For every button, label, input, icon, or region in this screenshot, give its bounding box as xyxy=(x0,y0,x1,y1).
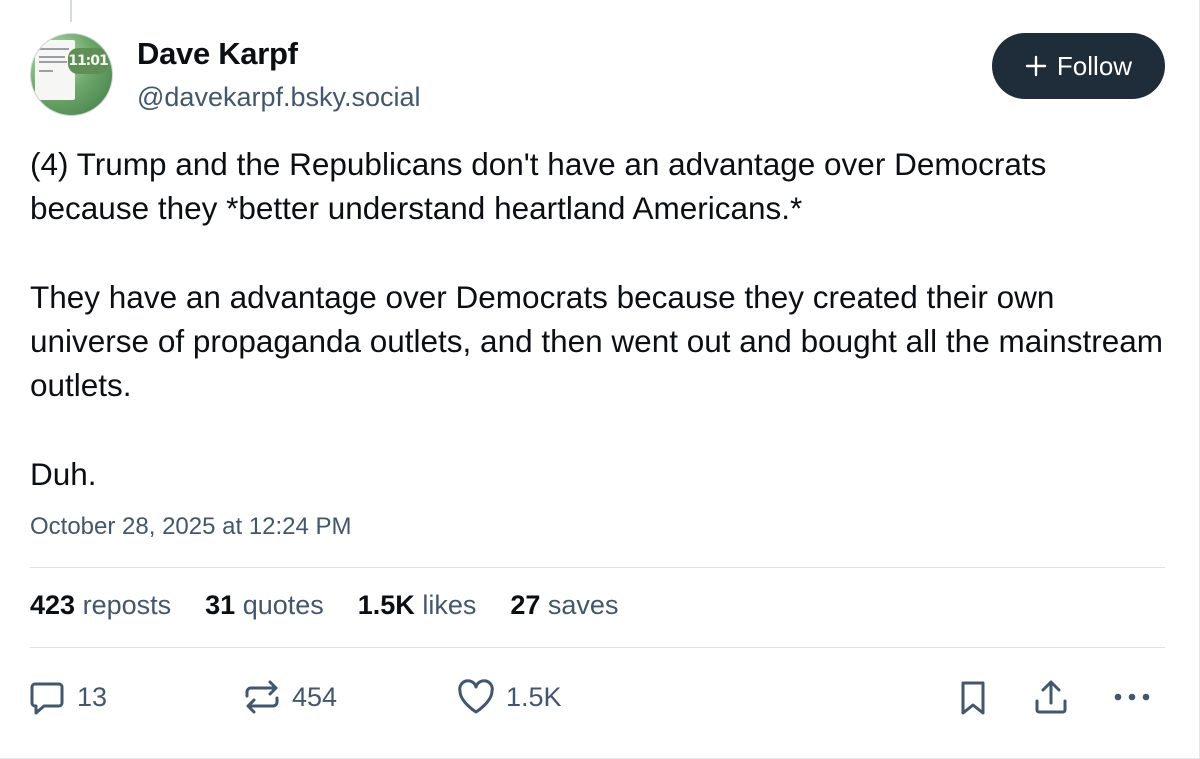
heart-icon xyxy=(458,679,494,714)
repost-count: 454 xyxy=(292,681,338,712)
stat-likes[interactable]: 1.5K likes xyxy=(358,590,477,621)
reply-button[interactable]: 13 xyxy=(27,672,107,722)
stat-quotes-label: quotes xyxy=(242,590,324,620)
post-timestamp[interactable]: October 28, 2025 at 12:24 PM xyxy=(30,513,352,541)
reply-icon xyxy=(30,682,64,715)
post-paragraph: (4) Trump and the Republicans don't have… xyxy=(30,146,1047,227)
author-display-name[interactable]: Dave Karpf xyxy=(137,36,298,72)
author-handle[interactable]: @davekarpf.bsky.social xyxy=(137,82,421,113)
repost-icon xyxy=(245,680,279,714)
post-text: (4) Trump and the Republicans don't have… xyxy=(30,142,1170,496)
post-view: 11:01 Dave Karpf @davekarpf.bsky.social … xyxy=(0,0,1200,759)
stat-reposts-label: reposts xyxy=(82,590,172,620)
like-button[interactable]: 1.5K xyxy=(456,672,562,722)
avatar-clock-text: 11:01 xyxy=(68,48,109,74)
stat-likes-count: 1.5K xyxy=(357,590,415,620)
divider xyxy=(30,647,1165,648)
stat-quotes-count: 31 xyxy=(205,590,236,620)
share-icon xyxy=(1035,680,1067,714)
divider xyxy=(30,567,1165,568)
stat-likes-label: likes xyxy=(422,590,477,620)
bookmark-button[interactable] xyxy=(953,672,993,722)
stat-saves-count: 27 xyxy=(510,590,541,620)
action-bar: 13 454 1.5K xyxy=(0,672,1200,722)
reply-count: 13 xyxy=(77,681,108,712)
more-button[interactable] xyxy=(1111,672,1153,722)
stat-saves-label: saves xyxy=(547,590,619,620)
bookmark-icon xyxy=(961,681,985,715)
avatar[interactable]: 11:01 xyxy=(30,33,113,116)
stat-saves[interactable]: 27 saves xyxy=(510,590,618,621)
engagement-stats: 423 reposts 31 quotes 1.5K likes 27 save… xyxy=(30,590,652,621)
post-paragraph: They have an advantage over Democrats be… xyxy=(30,278,1164,404)
post-paragraph: Duh. xyxy=(30,456,97,493)
stat-reposts[interactable]: 423 reposts xyxy=(30,590,171,621)
like-count: 1.5K xyxy=(506,681,562,712)
share-button[interactable] xyxy=(1031,672,1071,722)
stat-quotes[interactable]: 31 quotes xyxy=(205,590,324,621)
plus-icon xyxy=(1025,55,1047,77)
stat-reposts-count: 423 xyxy=(30,590,76,620)
follow-button-label: Follow xyxy=(1056,50,1133,81)
thread-line xyxy=(70,0,72,22)
repost-button[interactable]: 454 xyxy=(242,672,337,722)
more-icon xyxy=(1114,693,1150,701)
follow-button[interactable]: Follow xyxy=(992,33,1165,99)
